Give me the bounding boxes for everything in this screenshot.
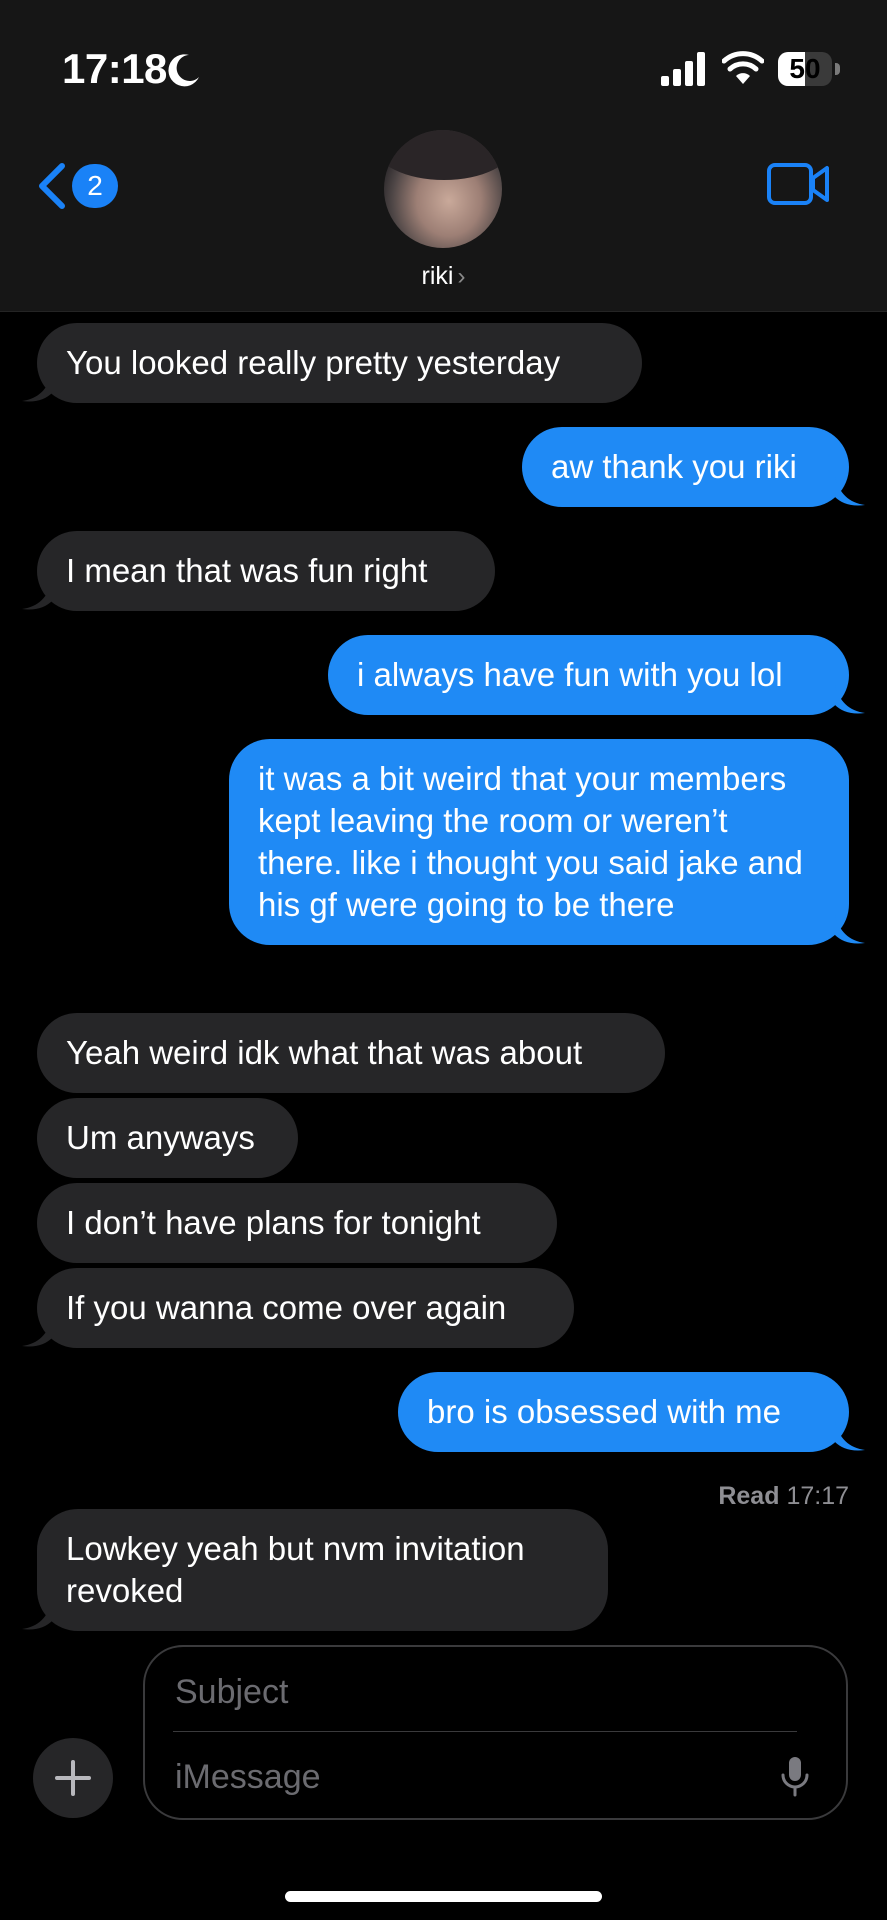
read-receipt: Read 17:17 [718,1481,849,1511]
battery-percent: 50 [789,53,821,84]
message-bubble-incoming[interactable]: Lowkey yeah but nvm invitation revoked [37,1509,608,1631]
message-bubble-incoming[interactable]: Yeah weird idk what that was about [37,1013,665,1093]
bubble-tail [835,915,865,944]
focus-moon-icon [168,54,199,87]
bubble-tail [22,581,52,610]
read-time: 17:17 [786,1482,849,1510]
back-button[interactable]: 2 [34,158,124,214]
bubble-tail [835,1422,865,1451]
contact-name: riki [421,262,454,290]
bubble-tail [835,685,865,714]
unread-count-badge: 2 [72,164,118,208]
message-bubble-incoming[interactable]: Um anyways [37,1098,298,1178]
message-bubble-incoming[interactable]: I don’t have plans for tonight [37,1183,557,1263]
subject-input[interactable] [173,1653,797,1732]
message-bubble-outgoing[interactable]: bro is obsessed with me [398,1372,849,1452]
bubble-tail [22,1318,52,1347]
message-bubble-incoming[interactable]: You looked really pretty yesterday [37,323,642,403]
battery-indicator: 50 [778,52,840,86]
message-thread[interactable]: You looked really pretty yesterday aw th… [0,311,887,1631]
message-bubble-incoming[interactable]: If you wanna come over again [37,1268,574,1348]
bubble-tail [22,373,52,402]
conversation-header: 17:18 50 2 riki › [0,0,887,312]
home-indicator[interactable] [285,1891,602,1902]
contact-avatar[interactable] [384,130,502,248]
plus-icon [55,1760,91,1796]
microphone-icon[interactable] [780,1755,810,1799]
message-bubble-outgoing[interactable]: it was a bit weird that your members kep… [229,739,849,945]
video-camera-icon[interactable] [766,160,830,208]
message-bubble-incoming[interactable]: I mean that was fun right [37,531,495,611]
read-label: Read [718,1482,780,1510]
bubble-tail [835,477,865,506]
message-composer [143,1645,848,1820]
imessage-input[interactable] [173,1743,757,1811]
status-time: 17:18 [62,45,167,92]
message-bubble-outgoing[interactable]: aw thank you riki [522,427,849,507]
cellular-signal-icon [661,52,705,86]
wifi-icon [722,51,764,84]
contact-name-button[interactable]: riki › [380,258,507,294]
message-bubble-outgoing[interactable]: i always have fun with you lol [328,635,849,715]
apps-plus-button[interactable] [33,1738,113,1818]
chevron-right-icon: › [457,263,466,290]
bubble-tail [22,1601,52,1630]
chevron-left-icon [39,163,65,209]
